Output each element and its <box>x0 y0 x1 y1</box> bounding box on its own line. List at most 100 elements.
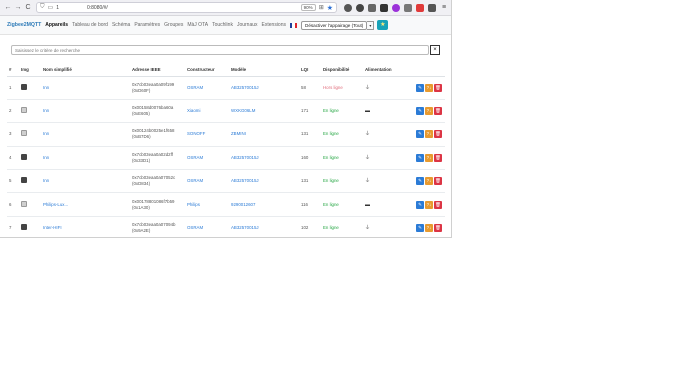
addon-icon-3[interactable] <box>368 3 376 12</box>
interview-button[interactable]: ?↓ <box>425 177 433 186</box>
table-row: 6 Philips-Lux... 0x00178801086f7b59 (0x1A30… <box>7 192 445 217</box>
bookmark-star-icon[interactable]: ★ <box>327 4 333 12</box>
device-name-link[interactable]: Inter-HIFI <box>43 225 62 230</box>
model-link[interactable]: AB32570015J <box>231 155 259 160</box>
nav-link-settings[interactable]: Paramètres <box>134 22 160 28</box>
col-header-name[interactable]: Nom simplifié <box>41 63 130 77</box>
nav-link-map[interactable]: Schéma <box>112 22 130 28</box>
ieee-address: 0x7cb03eaa0a07052c <box>132 175 176 181</box>
model-link[interactable]: AB32570015J <box>231 225 259 230</box>
rename-button[interactable]: ✎ <box>416 177 424 186</box>
device-image <box>21 107 27 114</box>
rename-button[interactable]: ✎ <box>416 130 424 139</box>
interview-button[interactable]: ?↓ <box>425 130 433 139</box>
rename-button[interactable]: ✎ <box>416 200 424 209</box>
col-header-ieee[interactable]: Adresse IEEE <box>130 63 185 77</box>
delete-button[interactable]: 🗑 <box>434 83 442 92</box>
vendor-link[interactable]: OSRAM <box>187 225 203 230</box>
french-flag-icon[interactable] <box>290 22 297 28</box>
delete-button[interactable]: 🗑 <box>434 107 442 116</box>
delete-button[interactable]: 🗑 <box>434 130 442 139</box>
interview-button[interactable]: ?↓ <box>425 107 433 116</box>
vendor-link[interactable]: OSRAM <box>187 178 203 183</box>
name-cell: Inter-HIFI <box>41 215 130 237</box>
col-header-power[interactable]: Alimentation <box>363 63 405 77</box>
device-image-cell <box>19 169 41 193</box>
interview-button[interactable]: ?↓ <box>425 153 433 162</box>
vendor-link[interactable]: SONOFF <box>187 131 205 136</box>
reload-icon[interactable]: C <box>23 2 33 14</box>
col-header-img[interactable]: Img <box>19 63 41 77</box>
delete-button[interactable]: 🗑 <box>434 177 442 186</box>
interview-button[interactable]: ?↓ <box>425 200 433 209</box>
addon-icon-7[interactable] <box>416 3 424 12</box>
permit-join-star-button[interactable]: ★ <box>377 20 389 30</box>
nav-link-dashboard[interactable]: Tableau de bord <box>72 22 108 28</box>
availability-cell: En ligne <box>321 122 363 147</box>
search-input[interactable]: Saisissez le critère de recherche <box>11 45 429 55</box>
device-name-link[interactable]: Inn <box>43 131 49 136</box>
addon-icon-8[interactable] <box>428 3 436 12</box>
delete-button[interactable]: 🗑 <box>434 224 442 233</box>
model-link[interactable]: AB32570015J <box>231 178 259 183</box>
nav-link-touchlink[interactable]: Touchlink <box>212 22 233 28</box>
model-cell: AB32570015J <box>229 169 299 193</box>
clear-search-button[interactable]: × <box>430 45 440 55</box>
col-header-vendor[interactable]: Constructeur <box>185 63 229 77</box>
col-header-index[interactable]: # <box>7 63 19 77</box>
addon-icon-2[interactable] <box>356 3 364 12</box>
vendor-link[interactable]: OSRAM <box>187 85 203 90</box>
brand-link[interactable]: Zigbee2MQTT <box>7 22 41 28</box>
permit-join-caret-icon[interactable]: ▾ <box>367 20 375 30</box>
model-link[interactable]: WXKG06LM <box>231 108 255 113</box>
rename-button[interactable]: ✎ <box>416 153 424 162</box>
device-name-link[interactable]: Inn <box>43 178 49 183</box>
device-name-link[interactable]: Inn <box>43 108 49 113</box>
forward-icon[interactable]: → <box>13 2 23 14</box>
interview-button[interactable]: ?↓ <box>425 83 433 92</box>
network-address: (0x1A30) <box>132 204 150 210</box>
network-address: (0x33D1) <box>132 157 151 163</box>
url-bar[interactable]: ⛉ ▭ 1 0:8080/#/ 90% ⊞ ★ <box>36 2 337 13</box>
model-link[interactable]: 9290012607 <box>231 202 255 207</box>
extension-icon[interactable]: ⊞ <box>319 4 324 11</box>
shield-icon: ⛉ <box>40 4 45 10</box>
addon-icon-6[interactable] <box>404 3 412 12</box>
addon-icon-5[interactable] <box>392 3 400 12</box>
nav-link-extensions[interactable]: Extensions <box>262 22 286 28</box>
nav-link-logs[interactable]: Journaux <box>237 22 258 28</box>
actions-cell: ✎ ?↓ 🗑 <box>405 145 445 170</box>
delete-button[interactable]: 🗑 <box>434 153 442 162</box>
delete-button[interactable]: 🗑 <box>434 200 442 209</box>
vendor-link[interactable]: Philips <box>187 202 200 207</box>
menu-icon[interactable]: ≡ <box>440 4 448 12</box>
nav-link-groups[interactable]: Groupes <box>164 22 183 28</box>
addon-icon-4[interactable] <box>380 3 388 12</box>
device-name-link[interactable]: Philips-Lux... <box>43 202 68 207</box>
power-cell: ⏚ <box>363 169 405 193</box>
rename-button[interactable]: ✎ <box>416 224 424 233</box>
rename-button[interactable]: ✎ <box>416 107 424 116</box>
row-index: 3 <box>7 122 19 147</box>
model-link[interactable]: ZBMINI <box>231 131 246 136</box>
col-header-availability[interactable]: Disponibilité <box>321 63 363 77</box>
permit-join-select[interactable]: Désactiver l'appairage (Tout) <box>301 20 368 30</box>
device-name-link[interactable]: Inn <box>43 155 49 160</box>
addon-icon-1[interactable] <box>344 3 352 12</box>
nav-link-ota[interactable]: MàJ OTA <box>187 22 208 28</box>
power-cell: ▬ <box>363 192 405 217</box>
model-link[interactable]: AB32570015J <box>231 85 259 90</box>
device-name-link[interactable]: Inn <box>43 85 49 90</box>
nav-link-devices[interactable]: Appareils <box>45 22 68 28</box>
network-address: (0xD834) <box>132 181 151 187</box>
vendor-link[interactable]: Xiaomi <box>187 108 200 113</box>
back-icon[interactable]: ← <box>3 2 13 14</box>
vendor-cell: OSRAM <box>185 145 229 170</box>
vendor-link[interactable]: OSRAM <box>187 155 203 160</box>
rename-button[interactable]: ✎ <box>416 83 424 92</box>
col-header-lqi[interactable]: LQI <box>299 63 321 77</box>
zoom-level[interactable]: 90% <box>300 4 316 11</box>
interview-button[interactable]: ?↓ <box>425 224 433 233</box>
device-image-cell <box>19 145 41 170</box>
col-header-model[interactable]: Modèle <box>229 63 299 77</box>
